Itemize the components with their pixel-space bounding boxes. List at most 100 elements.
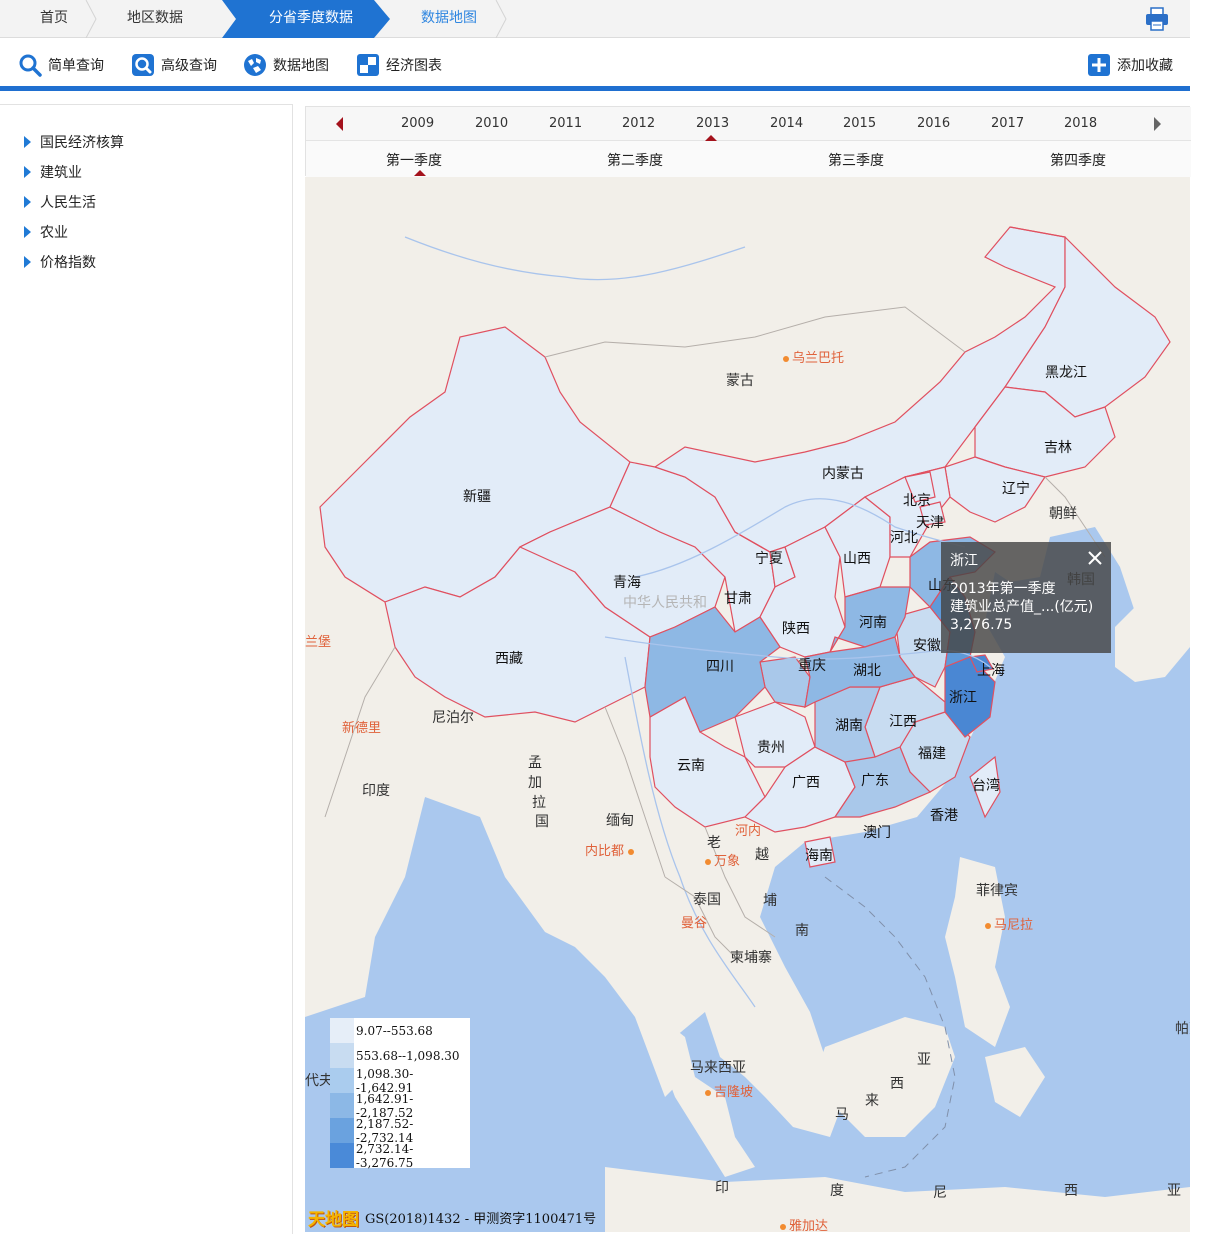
label-xinjiang: 新疆 — [463, 489, 491, 505]
sidebar-item-label: 价格指数 — [40, 255, 96, 271]
label-borneo-1: 马 — [835, 1107, 849, 1123]
sidebar-item-label: 农业 — [40, 225, 68, 241]
label-chongqing: 重庆 — [798, 658, 826, 674]
breadcrumb-home[interactable]: 首页 — [20, 0, 88, 38]
quarter-row: 第一季度 第二季度 第三季度 第四季度 — [306, 141, 1191, 177]
timeline-next-arrow[interactable] — [1154, 117, 1161, 131]
legend-swatch — [330, 1068, 354, 1093]
year-2011[interactable]: 2011 — [549, 116, 582, 131]
city-manila: 马尼拉 — [985, 914, 1033, 933]
label-borneo-4: 亚 — [917, 1052, 931, 1068]
land-sulawesi — [985, 1047, 1045, 1117]
label-henan: 河南 — [859, 615, 887, 631]
label-shaanxi: 陕西 — [782, 621, 810, 637]
advanced-search-icon — [132, 54, 154, 76]
search-icon — [19, 54, 42, 77]
sidebar-item-agriculture[interactable]: 农业 — [24, 221, 68, 243]
year-2017[interactable]: 2017 — [991, 116, 1024, 131]
map-legend: 9.07--553.68 553.68--1,098.30 1,098.30--… — [330, 1018, 470, 1170]
city-name: 河内 — [735, 824, 762, 839]
quarter-q1[interactable]: 第一季度 — [386, 150, 442, 170]
label-jiangxi: 江西 — [889, 714, 917, 730]
data-map-button[interactable]: 数据地图 — [243, 52, 329, 78]
city-dot-icon — [985, 922, 991, 929]
label-shanxi: 山西 — [843, 551, 871, 567]
year-2012[interactable]: 2012 — [622, 116, 655, 131]
year-2014[interactable]: 2014 — [770, 116, 803, 131]
breadcrumb: 首页 地区数据 分省季度数据 数据地图 — [0, 0, 1190, 38]
breadcrumb-data-map[interactable]: 数据地图 — [396, 0, 502, 38]
tooltip-province: 浙江 — [950, 553, 978, 569]
city-newdelhi: 新德里 — [342, 717, 381, 736]
legend-label: 1,098.30--1,642.91 — [355, 1066, 414, 1095]
advanced-query-button[interactable]: 高级查询 — [131, 52, 217, 78]
close-icon[interactable] — [1087, 550, 1103, 566]
label-malaysia: 马来西亚 — [690, 1060, 746, 1076]
year-2015[interactable]: 2015 — [843, 116, 876, 131]
legend-row: 9.07--553.68 — [330, 1018, 470, 1043]
city-hanoi: 河内 — [735, 820, 761, 839]
label-hainan: 海南 — [805, 848, 833, 864]
label-tianjin: 天津 — [916, 515, 944, 531]
timeline: 2009 2010 2011 2012 2013 2014 2015 2016 … — [305, 106, 1191, 177]
map-tooltip: 浙江 2013年第一季度 建筑业总产值_...(亿元) 3,276.75 — [941, 542, 1111, 653]
econ-chart-button[interactable]: 经济图表 — [356, 52, 442, 78]
quarter-q4[interactable]: 第四季度 — [1050, 150, 1106, 170]
label-fujian: 福建 — [918, 746, 946, 762]
add-favorite-button[interactable]: 添加收藏 — [1087, 52, 1173, 78]
timeline-prev-arrow[interactable] — [336, 117, 343, 131]
caret-right-icon — [24, 256, 31, 268]
tianditu-logo: 天地图 — [308, 1209, 359, 1230]
sidebar-item-price-index[interactable]: 价格指数 — [24, 251, 96, 273]
caret-right-icon — [24, 196, 31, 208]
city-name: 乌兰巴托 — [792, 351, 845, 366]
label-nepal: 尼泊尔 — [432, 710, 474, 726]
map-icon — [244, 54, 266, 76]
label-cambodia-2: 埔 — [763, 893, 777, 909]
legend-label: 553.68--1,098.30 — [356, 1048, 460, 1063]
label-aomen: 澳门 — [863, 825, 891, 841]
year-2018[interactable]: 2018 — [1064, 116, 1097, 131]
label-maldives: 代夫 — [305, 1073, 333, 1089]
label-gansu: 甘肃 — [724, 591, 752, 607]
quarter-q3[interactable]: 第三季度 — [828, 150, 884, 170]
label-china-watermark: 中华人民共和 — [623, 595, 707, 611]
year-2010[interactable]: 2010 — [475, 116, 508, 131]
label-borneo-3: 西 — [890, 1076, 904, 1092]
label-vietnam-2: 南 — [795, 923, 809, 939]
city-bangkok: 曼谷 — [681, 912, 707, 931]
year-2016[interactable]: 2016 — [917, 116, 950, 131]
label-india: 印度 — [362, 783, 390, 799]
caret-right-icon — [24, 226, 31, 238]
breadcrumb-region-data[interactable]: 地区数据 — [100, 0, 210, 38]
year-row: 2009 2010 2011 2012 2013 2014 2015 2016 … — [306, 107, 1191, 141]
simple-query-button[interactable]: 简单查询 — [18, 52, 104, 78]
legend-row: 2,187.52--2,732.14 — [330, 1117, 470, 1145]
sidebar-item-national-accounts[interactable]: 国民经济核算 — [24, 131, 124, 153]
city-name: 马尼拉 — [994, 918, 1034, 933]
toolbar-divider — [0, 86, 1190, 91]
quarter-q2[interactable]: 第二季度 — [607, 150, 663, 170]
year-2013[interactable]: 2013 — [696, 116, 729, 131]
sidebar-item-construction[interactable]: 建筑业 — [24, 161, 82, 183]
year-2009[interactable]: 2009 — [401, 116, 434, 131]
selected-quarter-marker — [414, 170, 426, 176]
sidebar-item-label: 建筑业 — [40, 165, 82, 181]
legend-swatch — [330, 1018, 354, 1043]
breadcrumb-quarterly-data[interactable]: 分省季度数据 — [236, 0, 386, 38]
label-guizhou: 贵州 — [757, 740, 785, 756]
sidebar-item-living[interactable]: 人民生活 — [24, 191, 96, 213]
legend-label: 1,642.91--2,187.52 — [355, 1091, 414, 1120]
label-bangladesh-2: 加 — [528, 775, 542, 791]
label-indonesia-2: 度 — [830, 1183, 844, 1199]
city-dot-icon — [780, 1223, 786, 1230]
print-icon[interactable] — [1144, 6, 1170, 32]
label-qinghai: 青海 — [613, 575, 641, 591]
legend-label: 2,732.14--3,276.75 — [355, 1141, 414, 1170]
caret-right-icon — [24, 166, 31, 178]
label-myanmar: 缅甸 — [606, 813, 634, 829]
data-map-label: 数据地图 — [273, 58, 329, 74]
caret-right-icon — [24, 136, 31, 148]
label-bangladesh-1: 孟 — [528, 755, 542, 771]
sidebar-item-label: 人民生活 — [40, 195, 96, 211]
